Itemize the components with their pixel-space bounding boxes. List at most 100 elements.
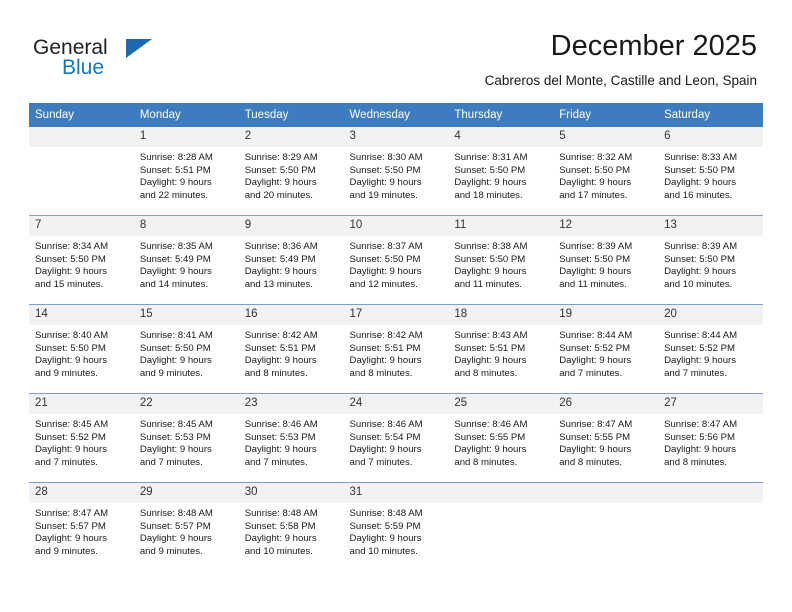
day-detail-line: and 8 minutes.: [349, 367, 413, 379]
calendar-day-cell[interactable]: 8 Sunrise: 8:35 AM Sunset: 5:49 PM Daylight…: [133, 215, 239, 305]
day-details: Sunrise: 8:48 AM Sunset: 5:57 PM Daylight:…: [134, 503, 239, 558]
day-detail-line: Sunrise: 8:42 AM: [349, 330, 423, 341]
day-detail-line: Sunset: 5:51 PM: [139, 164, 211, 176]
calendar-day-cell[interactable]: 2 Sunrise: 8:29 AM Sunset: 5:50 PM Daylight…: [238, 127, 344, 216]
day-detail-line: Daylight: 9 hours: [349, 266, 422, 278]
day-details: Sunrise: 8:48 AM Sunset: 5:58 PM Daylight:…: [239, 503, 344, 558]
calendar-day-cell[interactable]: 13 Sunrise: 8:39 AM Sunset: 5:50 PM Dayligh…: [658, 215, 763, 305]
day-detail-line: and 17 minutes.: [559, 189, 628, 201]
day-detail-line: Sunrise: 8:48 AM: [139, 508, 213, 519]
day-details: Sunrise: 8:46 AM Sunset: 5:53 PM Daylight:…: [239, 414, 344, 469]
day-number: 2: [238, 127, 344, 147]
calendar-day-cell[interactable]: 22 Sunrise: 8:45 AM Sunset: 5:53 PM Dayligh…: [133, 393, 239, 483]
day-detail-line: Daylight: 9 hours: [454, 266, 527, 278]
day-details: Sunrise: 8:40 AM Sunset: 5:50 PM Daylight:…: [29, 325, 134, 380]
calendar-day-cell[interactable]: 11 Sunrise: 8:38 AM Sunset: 5:50 PM Dayligh…: [448, 215, 554, 305]
calendar-day-cell[interactable]: 25 Sunrise: 8:46 AM Sunset: 5:55 PM Dayligh…: [448, 393, 554, 483]
calendar-day-cell[interactable]: 3 Sunrise: 8:30 AM Sunset: 5:50 PM Daylight…: [343, 127, 449, 216]
calendar-day-cell[interactable]: 18 Sunrise: 8:43 AM Sunset: 5:51 PM Dayligh…: [448, 304, 554, 394]
day-number: 20: [658, 305, 763, 325]
day-detail-line: Daylight: 9 hours: [139, 355, 212, 367]
day-detail-line: Sunset: 5:49 PM: [244, 253, 316, 265]
calendar-day-cell[interactable]: 20 Sunrise: 8:44 AM Sunset: 5:52 PM Dayligh…: [658, 304, 763, 394]
day-detail-line: Daylight: 9 hours: [139, 444, 212, 456]
day-details: Sunrise: 8:45 AM Sunset: 5:53 PM Daylight:…: [134, 414, 239, 469]
day-detail-line: Daylight: 9 hours: [35, 266, 107, 278]
calendar-day-cell[interactable]: 9 Sunrise: 8:36 AM Sunset: 5:49 PM Daylight…: [238, 215, 344, 305]
day-details: Sunrise: 8:33 AM Sunset: 5:50 PM Daylight:…: [658, 147, 763, 202]
calendar-day-cell[interactable]: 15 Sunrise: 8:41 AM Sunset: 5:50 PM Dayligh…: [133, 304, 239, 394]
day-details: Sunrise: 8:43 AM Sunset: 5:51 PM Daylight:…: [448, 325, 553, 380]
day-detail-line: Sunset: 5:51 PM: [244, 342, 316, 354]
weekday-header-monday: Monday: [133, 103, 239, 127]
calendar-body: 1 Sunrise: 8:28 AM Sunset: 5:51 PM Daylight…: [29, 127, 763, 571]
day-number: 14: [29, 305, 134, 325]
day-detail-line: Sunset: 5:57 PM: [139, 520, 211, 532]
calendar-day-cell[interactable]: 31 Sunrise: 8:48 AM Sunset: 5:59 PM Dayligh…: [343, 482, 449, 571]
day-number: 30: [238, 483, 344, 503]
calendar-header-row: Sunday Monday Tuesday Wednesday Thursday Frid…: [29, 103, 763, 127]
day-detail-line: Sunset: 5:50 PM: [454, 164, 526, 176]
day-detail-line: Sunrise: 8:29 AM: [244, 152, 318, 163]
day-detail-line: Sunrise: 8:30 AM: [349, 152, 423, 163]
day-detail-line: and 13 minutes.: [244, 278, 313, 290]
general-blue-logo[interactable]: General Blue: [33, 36, 163, 82]
day-detail-line: Daylight: 9 hours: [349, 355, 422, 367]
day-number: 29: [133, 483, 239, 503]
day-detail-line: Sunrise: 8:38 AM: [454, 241, 528, 252]
calendar-day-cell[interactable]: 27 Sunrise: 8:47 AM Sunset: 5:56 PM Dayligh…: [658, 393, 763, 483]
day-detail-line: Sunrise: 8:46 AM: [244, 419, 318, 430]
calendar-day-cell[interactable]: 16 Sunrise: 8:42 AM Sunset: 5:51 PM Dayligh…: [238, 304, 344, 394]
day-details: Sunrise: 8:29 AM Sunset: 5:50 PM Daylight:…: [239, 147, 344, 202]
day-detail-line: Sunset: 5:50 PM: [349, 164, 421, 176]
calendar-day-cell[interactable]: 24 Sunrise: 8:46 AM Sunset: 5:54 PM Dayligh…: [343, 393, 449, 483]
day-number: 5: [553, 127, 659, 147]
calendar-day-cell[interactable]: 1 Sunrise: 8:28 AM Sunset: 5:51 PM Daylight…: [133, 127, 239, 216]
calendar-day-cell[interactable]: 10 Sunrise: 8:37 AM Sunset: 5:50 PM Dayligh…: [343, 215, 449, 305]
day-detail-line: Daylight: 9 hours: [35, 355, 107, 367]
day-detail-line: Daylight: 9 hours: [349, 177, 422, 189]
day-number: 24: [343, 394, 449, 414]
day-detail-line: and 9 minutes.: [139, 367, 203, 379]
calendar-day-cell[interactable]: 30 Sunrise: 8:48 AM Sunset: 5:58 PM Dayligh…: [238, 482, 344, 571]
weekday-header-saturday: Saturday: [658, 103, 763, 127]
day-number: 15: [133, 305, 239, 325]
day-number: 21: [29, 394, 134, 414]
day-detail-line: and 11 minutes.: [454, 278, 522, 290]
calendar-day-cell[interactable]: 28 Sunrise: 8:47 AM Sunset: 5:57 PM Dayligh…: [29, 482, 134, 571]
day-detail-line: Sunrise: 8:43 AM: [454, 330, 528, 341]
calendar-day-cell[interactable]: 12 Sunrise: 8:39 AM Sunset: 5:50 PM Dayligh…: [553, 215, 659, 305]
day-detail-line: and 7 minutes.: [559, 367, 623, 379]
calendar-day-cell[interactable]: 29 Sunrise: 8:48 AM Sunset: 5:57 PM Dayligh…: [133, 482, 239, 571]
day-detail-line: Daylight: 9 hours: [664, 177, 737, 189]
calendar-day-cell[interactable]: 17 Sunrise: 8:42 AM Sunset: 5:51 PM Dayligh…: [343, 304, 449, 394]
day-number: [29, 127, 134, 147]
day-details: Sunrise: 8:41 AM Sunset: 5:50 PM Daylight:…: [134, 325, 239, 380]
calendar-day-cell[interactable]: 7 Sunrise: 8:34 AM Sunset: 5:50 PM Daylight…: [29, 215, 134, 305]
title-block: December 2025 Cabreros del Monte, Castil…: [485, 28, 757, 89]
calendar-day-cell[interactable]: 21 Sunrise: 8:45 AM Sunset: 5:52 PM Dayligh…: [29, 393, 134, 483]
day-detail-line: and 9 minutes.: [139, 545, 203, 557]
calendar-day-cell[interactable]: 26 Sunrise: 8:47 AM Sunset: 5:55 PM Dayligh…: [553, 393, 659, 483]
calendar-day-cell[interactable]: 23 Sunrise: 8:46 AM Sunset: 5:53 PM Dayligh…: [238, 393, 344, 483]
day-detail-line: Sunrise: 8:48 AM: [244, 508, 318, 519]
day-detail-line: Sunset: 5:53 PM: [244, 431, 316, 443]
day-detail-line: and 18 minutes.: [454, 189, 523, 201]
day-detail-line: and 8 minutes.: [454, 367, 518, 379]
day-detail-line: and 20 minutes.: [244, 189, 313, 201]
calendar-day-cell[interactable]: 6 Sunrise: 8:33 AM Sunset: 5:50 PM Daylight…: [658, 127, 763, 216]
calendar-week-row: 21 Sunrise: 8:45 AM Sunset: 5:52 PM Dayligh…: [29, 393, 763, 483]
day-detail-line: Daylight: 9 hours: [35, 533, 107, 545]
day-number: 9: [238, 216, 344, 236]
page-title: December 2025: [550, 30, 757, 62]
calendar-day-cell[interactable]: 19 Sunrise: 8:44 AM Sunset: 5:52 PM Dayligh…: [553, 304, 659, 394]
calendar-day-cell[interactable]: 5 Sunrise: 8:32 AM Sunset: 5:50 PM Daylight…: [553, 127, 659, 216]
calendar-week-row: 28 Sunrise: 8:47 AM Sunset: 5:57 PM Dayligh…: [29, 482, 763, 571]
day-details: Sunrise: 8:44 AM Sunset: 5:52 PM Daylight:…: [553, 325, 658, 380]
calendar-day-cell[interactable]: 4 Sunrise: 8:31 AM Sunset: 5:50 PM Daylight…: [448, 127, 554, 216]
weekday-header-thursday: Thursday: [448, 103, 554, 127]
calendar-day-cell[interactable]: 14 Sunrise: 8:40 AM Sunset: 5:50 PM Dayligh…: [29, 304, 134, 394]
day-detail-line: Sunset: 5:51 PM: [454, 342, 526, 354]
day-detail-line: Daylight: 9 hours: [35, 444, 107, 456]
day-number: [658, 483, 763, 503]
